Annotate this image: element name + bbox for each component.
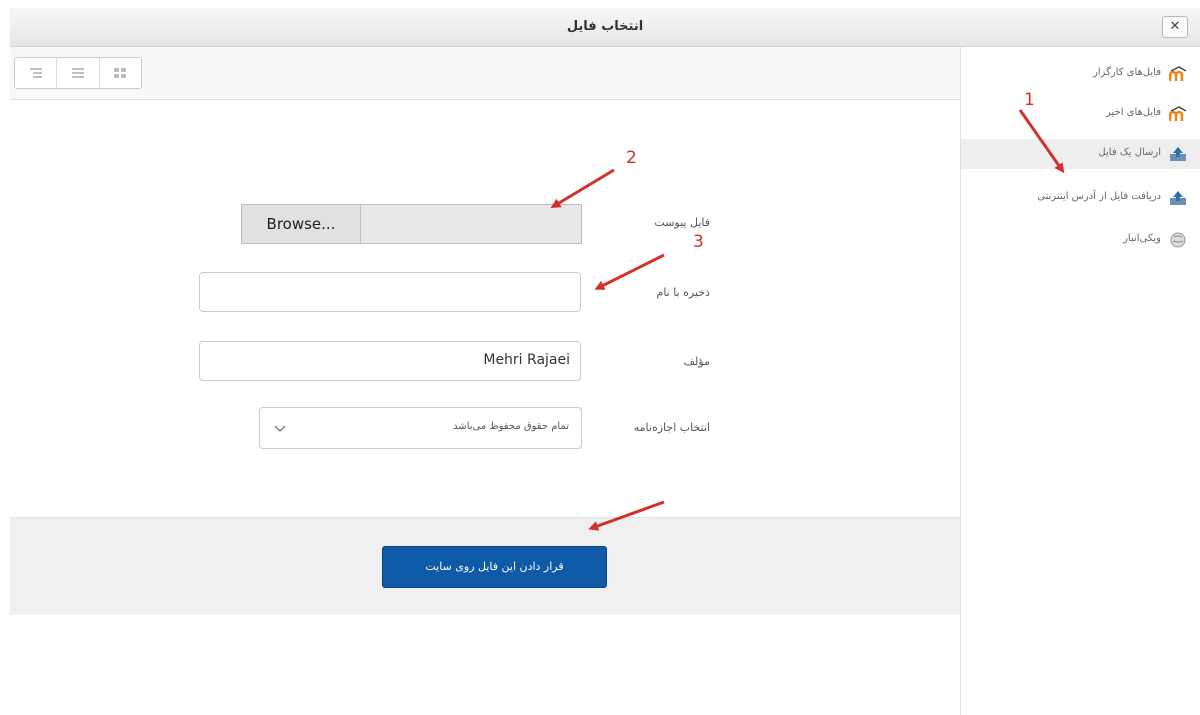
sidebar-item-server-files[interactable]: فایل‌های کارگزار — [961, 59, 1200, 89]
license-select[interactable]: تمام حقوق محفوظ می‌باشد — [259, 407, 582, 449]
upload-icon — [1170, 147, 1186, 161]
arrow-to-browse-button — [550, 168, 615, 209]
sidebar-item-label: فایل‌های کارگزار — [1092, 67, 1161, 78]
author-label: مؤلف — [683, 355, 710, 368]
arrow-to-saveas-input — [594, 253, 665, 290]
download-url-icon — [1170, 191, 1186, 205]
annotation-number-1: 1 — [1024, 90, 1035, 110]
list-icon — [71, 68, 84, 78]
license-value: تمام حقوق محفوظ می‌باشد — [453, 421, 569, 432]
author-input[interactable]: Mehri Rajaei — [199, 341, 581, 381]
annotation-number-3: 3 — [693, 232, 704, 252]
license-label: انتخاب اجازه‌نامه — [633, 421, 710, 434]
sidebar-item-label: فایل‌های اخیر — [1105, 107, 1161, 118]
chevron-down-icon — [274, 425, 286, 432]
sidebar-item-label: ویکی‌انبار — [1123, 233, 1161, 244]
globe-icon — [1170, 232, 1186, 248]
browse-button[interactable]: Browse... — [242, 205, 361, 243]
file-toolbar — [10, 47, 960, 100]
upload-submit-button[interactable]: قرار دادن این فایل روی سایت — [382, 546, 607, 588]
dialog-titlebar: انتخاب فایل ✕ — [10, 8, 1200, 47]
attachment-label: فایل پیوست — [654, 216, 710, 229]
dialog-title: انتخاب فایل — [566, 19, 644, 34]
view-tree-button[interactable] — [15, 58, 58, 88]
sidebar-item-upload-file[interactable]: ارسال یک فایل — [961, 139, 1200, 169]
list-tree-icon — [29, 68, 42, 78]
view-list-button[interactable] — [57, 58, 100, 88]
sidebar-item-label: دریافت فایل از آدرس اینترنتی — [1037, 191, 1161, 202]
sidebar-item-url-download[interactable]: دریافت فایل از آدرس اینترنتی — [961, 183, 1200, 213]
saveas-label: ذخیره با نام — [656, 286, 710, 299]
grid-icon — [114, 68, 127, 78]
view-mode-group — [14, 57, 142, 89]
sidebar-item-wikimedia[interactable]: ویکی‌انبار — [961, 225, 1200, 255]
moodle-logo-icon — [1169, 66, 1187, 81]
moodle-logo-icon — [1169, 106, 1187, 121]
repository-sidebar: فایل‌های کارگزار فایل‌های اخیر ارسال یک … — [960, 47, 1200, 715]
author-value: Mehri Rajaei — [483, 352, 570, 368]
saveas-input[interactable] — [199, 272, 581, 312]
close-button[interactable]: ✕ — [1162, 16, 1188, 38]
file-input[interactable]: Browse... — [241, 204, 582, 244]
sidebar-item-recent-files[interactable]: فایل‌های اخیر — [961, 99, 1200, 129]
view-grid-button[interactable] — [100, 58, 141, 88]
annotation-number-2: 2 — [626, 148, 637, 168]
sidebar-item-label: ارسال یک فایل — [1098, 147, 1161, 158]
